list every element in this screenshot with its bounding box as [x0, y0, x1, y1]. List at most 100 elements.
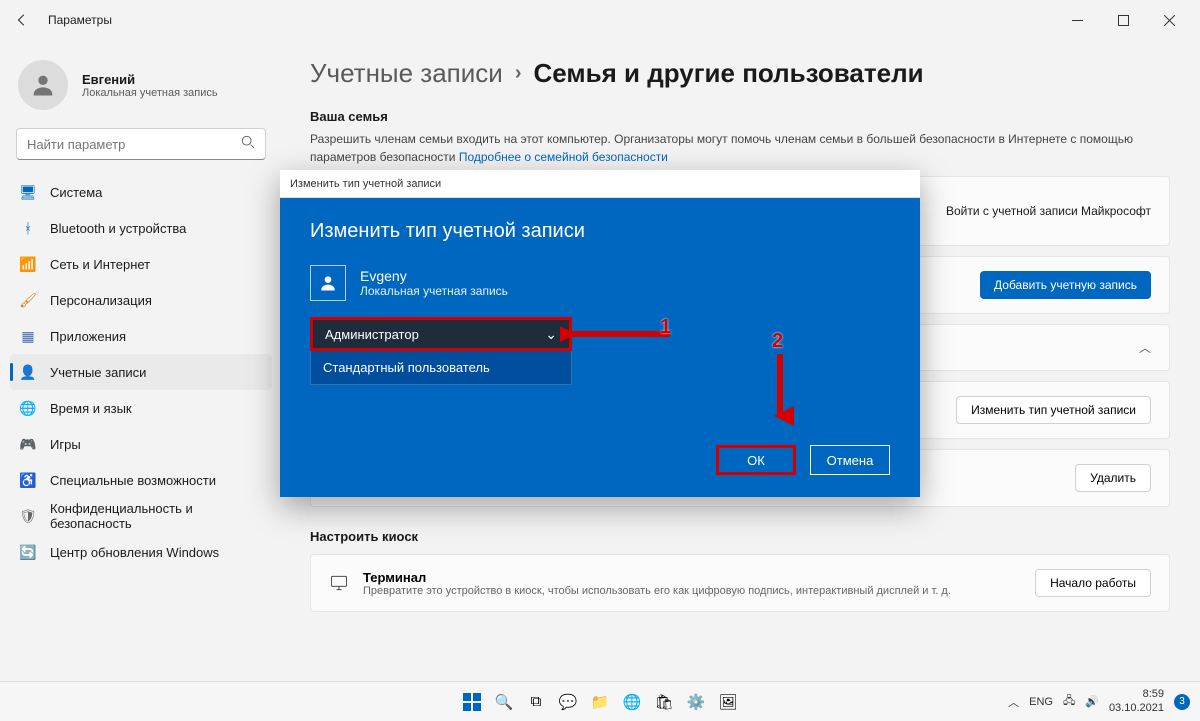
shield-icon: 🛡	[20, 508, 36, 524]
nav-label: Персонализация	[50, 293, 152, 308]
globe-icon: 🌐	[20, 400, 36, 416]
dialog-user-row: Evgeny Локальная учетная запись	[310, 265, 890, 301]
tray-network-icon[interactable]: 🖧	[1063, 692, 1075, 711]
taskbar-app[interactable]: 🖼	[715, 689, 741, 715]
breadcrumb-parent[interactable]: Учетные записи	[310, 58, 503, 89]
search-input[interactable]	[27, 137, 241, 152]
nav-label: Специальные возможности	[50, 473, 216, 488]
person-icon	[29, 71, 57, 99]
update-icon: 🔄	[20, 544, 36, 560]
cancel-button[interactable]: Отмена	[810, 445, 890, 475]
windows-icon	[463, 693, 481, 711]
family-text: Разрешить членам семьи входить на этот к…	[310, 130, 1170, 166]
sidebar: Евгений Локальная учетная запись 🖥Систем…	[0, 40, 280, 681]
start-button[interactable]	[459, 689, 485, 715]
option-standard[interactable]: Стандартный пользователь	[310, 351, 572, 385]
titlebar: Параметры	[0, 0, 1200, 40]
person-icon: 👤	[20, 364, 36, 380]
nav-bluetooth[interactable]: ᚼ Bluetooth и устройства	[10, 210, 272, 246]
nav-list: 🖥Система ᚼ Bluetooth и устройства 📶 Сеть и…	[10, 174, 272, 570]
chevron-right-icon: ›	[515, 62, 522, 85]
tray-volume-icon[interactable]: 🔊	[1085, 695, 1099, 708]
kiosk-desc: Превратите это устройство в киоск, чтобы…	[363, 585, 951, 597]
arrow-left-icon	[15, 13, 29, 27]
chevron-up-icon: ︿	[1139, 339, 1151, 356]
kiosk-card: Терминал Превратите это устройство в кио…	[310, 554, 1170, 612]
user-block[interactable]: Евгений Локальная учетная запись	[10, 48, 272, 124]
search-box[interactable]	[16, 128, 266, 160]
close-icon	[1164, 15, 1175, 26]
nav-apps[interactable]: ▦ Приложения	[10, 318, 272, 354]
dialog-heading: Изменить тип учетной записи	[310, 220, 890, 243]
bluetooth-icon: ᚼ	[20, 220, 36, 236]
nav-time-language[interactable]: 🌐 Время и язык	[10, 390, 272, 426]
nav-label: Игры	[50, 437, 81, 452]
family-safety-link[interactable]: Подробнее о семейной безопасности	[459, 150, 668, 164]
dialog-user-name: Evgeny	[360, 268, 508, 284]
nav-label: Bluetooth и устройства	[50, 221, 186, 236]
tray-language[interactable]: ENG	[1029, 696, 1053, 708]
grid-icon: ▦	[20, 328, 36, 344]
taskbar-center: 🔍 ⧉ 💬 📁 🌐 🛍 ⚙️ 🖼	[459, 689, 741, 715]
taskbar-widgets[interactable]: 💬	[555, 689, 581, 715]
tray-chevron[interactable]: ︿	[1008, 694, 1019, 710]
system-tray: ︿ ENG 🖧 🔊 8:59 03.10.2021 3	[1008, 688, 1200, 714]
close-button[interactable]	[1146, 4, 1192, 36]
change-account-type-button[interactable]: Изменить тип учетной записи	[956, 396, 1151, 424]
display-icon: 🖥	[20, 184, 36, 200]
nav-accessibility[interactable]: ♿ Специальные возможности	[10, 462, 272, 498]
window-title: Параметры	[48, 13, 112, 27]
nav-label: Приложения	[50, 329, 126, 344]
monitor-icon	[329, 573, 349, 593]
tray-clock[interactable]: 8:59 03.10.2021	[1109, 688, 1164, 714]
taskbar-store[interactable]: 🛍	[651, 689, 677, 715]
annotation-label-1: 1	[660, 316, 671, 339]
person-icon	[318, 273, 338, 293]
minimize-button[interactable]	[1054, 4, 1100, 36]
taskbar-explorer[interactable]: 📁	[587, 689, 613, 715]
nav-network[interactable]: 📶 Сеть и Интернет	[10, 246, 272, 282]
ok-button[interactable]: ОК	[716, 445, 796, 475]
taskbar-edge[interactable]: 🌐	[619, 689, 645, 715]
nav-label: Время и язык	[50, 401, 132, 416]
account-type-dropdown[interactable]: Администратор Стандартный пользователь	[310, 317, 572, 385]
user-subtitle: Локальная учетная запись	[82, 87, 218, 99]
taskbar-search[interactable]: 🔍	[491, 689, 517, 715]
annotation-arrow-2	[766, 348, 794, 426]
nav-gaming[interactable]: 🎮 Игры	[10, 426, 272, 462]
nav-privacy[interactable]: 🛡Конфиденциальность и безопасность	[10, 498, 272, 534]
delete-account-button[interactable]: Удалить	[1075, 464, 1151, 492]
user-avatar	[18, 60, 68, 110]
ms-signin-link[interactable]: Войти с учетной записи Майкрософт	[946, 204, 1151, 218]
search-icon	[241, 135, 255, 154]
kiosk-heading: Настроить киоск	[310, 529, 1170, 544]
add-account-button[interactable]: Добавить учетную запись	[980, 271, 1151, 299]
nav-label: Центр обновления Windows	[50, 545, 219, 560]
option-administrator[interactable]: Администратор	[310, 317, 572, 351]
accessibility-icon: ♿	[20, 472, 36, 488]
nav-label: Учетные записи	[50, 365, 146, 380]
dialog-titlebar: Изменить тип учетной записи	[280, 170, 920, 198]
dialog-user-sub: Локальная учетная запись	[360, 284, 508, 298]
gamepad-icon: 🎮	[20, 436, 36, 452]
nav-accounts[interactable]: 👤 Учетные записи	[10, 354, 272, 390]
nav-personalization[interactable]: 🖌 Персонализация	[10, 282, 272, 318]
dialog-user-avatar	[310, 265, 346, 301]
nav-label: Сеть и Интернет	[50, 257, 150, 272]
kiosk-start-button[interactable]: Начало работы	[1035, 569, 1151, 597]
nav-windows-update[interactable]: 🔄 Центр обновления Windows	[10, 534, 272, 570]
breadcrumb: Учетные записи › Семья и другие пользова…	[310, 58, 1170, 89]
back-button[interactable]	[8, 6, 36, 34]
taskbar-settings[interactable]: ⚙️	[683, 689, 709, 715]
family-heading: Ваша семья	[310, 109, 1170, 124]
wifi-icon: 📶	[20, 256, 36, 272]
nav-system[interactable]: 🖥Система	[10, 174, 272, 210]
minimize-icon	[1072, 15, 1083, 26]
notification-badge[interactable]: 3	[1174, 694, 1190, 710]
taskbar-taskview[interactable]: ⧉	[523, 689, 549, 715]
user-name: Евгений	[82, 72, 218, 87]
annotation-label-2: 2	[772, 330, 783, 353]
maximize-button[interactable]	[1100, 4, 1146, 36]
brush-icon: 🖌	[20, 292, 36, 308]
kiosk-title: Терминал	[363, 570, 951, 585]
